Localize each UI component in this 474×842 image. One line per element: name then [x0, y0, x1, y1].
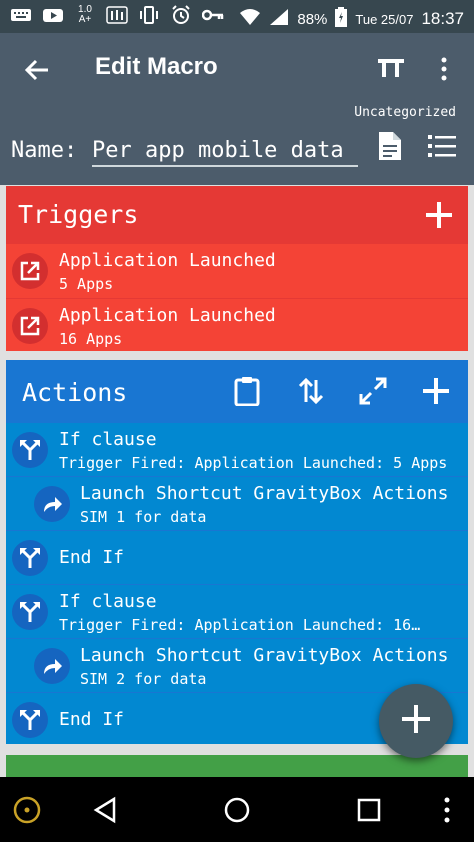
clipboard-icon[interactable]	[232, 376, 262, 407]
app-bar: Edit Macro Uncategorized Name: Per app m…	[0, 33, 474, 185]
vibrate-icon	[138, 6, 160, 24]
nav-more-vert-icon[interactable]	[440, 796, 454, 828]
home-circle-icon[interactable]	[223, 796, 251, 828]
trigger-label: Application Launched	[59, 250, 276, 271]
trigger-item[interactable]: Application Launched 16 Apps	[6, 298, 468, 353]
trigger-detail: 16 Apps	[59, 330, 123, 348]
document-icon[interactable]	[378, 131, 402, 161]
battery-level: 88%	[297, 10, 328, 28]
speed-sub: A+	[78, 14, 92, 25]
triggers-title: Triggers	[18, 200, 139, 229]
add-fab-button[interactable]	[379, 684, 453, 758]
action-item[interactable]: If clause Trigger Fired: Application Lau…	[6, 584, 468, 639]
category-label[interactable]: Uncategorized	[354, 105, 456, 120]
actions-header: Actions	[6, 360, 468, 422]
navigation-bar	[0, 777, 474, 842]
expand-icon[interactable]	[358, 376, 388, 406]
action-item[interactable]: End If	[6, 530, 468, 585]
action-item[interactable]: Launch Shortcut GravityBox Actions SIM 1…	[6, 476, 468, 531]
recents-square-icon[interactable]	[357, 798, 381, 826]
fork-icon	[12, 432, 48, 468]
actions-card: Actions If clause Trigger Fired: Applica…	[6, 360, 468, 744]
key-icon	[202, 6, 224, 24]
trigger-label: Application Launched	[59, 305, 276, 326]
action-label: End If	[59, 709, 125, 730]
fork-icon	[12, 594, 48, 630]
action-detail: Trigger Fired: Application Launched: 5 A…	[59, 454, 448, 472]
action-label: Launch Shortcut GravityBox Actions	[80, 483, 449, 504]
add-action-icon[interactable]	[421, 376, 451, 406]
macro-name-input[interactable]: Per app mobile data	[92, 138, 358, 167]
wifi-icon	[239, 8, 261, 30]
action-label: End If	[59, 547, 125, 568]
action-label: Launch Shortcut GravityBox Actions	[80, 645, 449, 666]
action-detail: Trigger Fired: Application Launched: 16…	[59, 616, 421, 634]
triggers-header: Triggers	[6, 186, 468, 243]
signal-icon	[269, 8, 289, 30]
status-date: Tue 25/07	[355, 11, 414, 27]
actions-title: Actions	[22, 378, 128, 407]
status-bar: 1.0 A+ 88% Tue 25/07 18:37	[0, 0, 474, 33]
triggers-card: Triggers Application Launched 5 Apps App…	[6, 186, 468, 351]
add-trigger-icon[interactable]	[424, 200, 454, 230]
list-icon[interactable]	[428, 133, 456, 159]
more-vert-icon[interactable]	[432, 55, 456, 83]
action-detail: SIM 2 for data	[80, 670, 207, 688]
action-item[interactable]: Launch Shortcut GravityBox Actions SIM 2…	[6, 638, 468, 693]
fork-icon	[12, 540, 48, 576]
battery-icon	[335, 7, 348, 31]
trigger-detail: 5 Apps	[59, 275, 114, 293]
equalizer-icon	[106, 6, 128, 24]
action-item[interactable]: If clause Trigger Fired: Application Lau…	[6, 422, 468, 477]
constraints-card[interactable]	[6, 755, 468, 777]
trigger-item[interactable]: Application Launched 5 Apps	[6, 243, 468, 298]
speed-icon: 1.0 A+	[74, 5, 96, 25]
page-title: Edit Macro	[95, 53, 218, 80]
add-icon	[400, 703, 432, 739]
status-time: 18:37	[421, 9, 464, 28]
assistant-icon[interactable]	[12, 795, 42, 829]
reorder-icon[interactable]	[296, 376, 326, 406]
open-in-new-icon	[12, 253, 48, 289]
open-in-new-icon	[12, 308, 48, 344]
action-label: If clause	[59, 429, 157, 450]
action-detail: SIM 1 for data	[80, 508, 207, 526]
name-label: Name:	[11, 138, 78, 163]
action-label: If clause	[59, 591, 157, 612]
back-triangle-icon[interactable]	[92, 796, 120, 828]
fork-icon	[12, 702, 48, 738]
share-arrow-icon	[34, 486, 70, 522]
back-arrow-icon[interactable]	[22, 55, 52, 85]
alarm-icon	[170, 5, 192, 24]
share-arrow-icon	[34, 648, 70, 684]
keyboard-icon	[10, 6, 32, 24]
youtube-icon	[42, 6, 64, 24]
text-size-icon[interactable]	[376, 55, 406, 83]
